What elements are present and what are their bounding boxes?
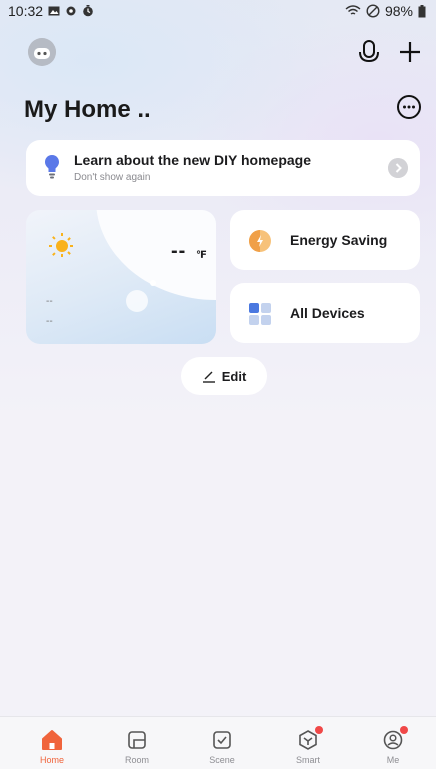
more-options-icon[interactable] (396, 94, 422, 120)
all-devices-label: All Devices (290, 305, 365, 321)
status-time: 10:32 (8, 3, 44, 19)
nav-home-label: Home (39, 755, 64, 765)
dont-show-again-link[interactable]: Don't show again (74, 172, 150, 183)
add-icon[interactable] (396, 38, 424, 66)
energy-saving-icon (249, 230, 271, 252)
scene-icon (213, 731, 231, 749)
weather-decoration-dot (150, 280, 156, 286)
sun-icon (49, 233, 75, 259)
home-icon (42, 730, 62, 750)
microphone-icon[interactable] (356, 38, 382, 68)
nav-me[interactable]: Me (358, 717, 428, 769)
weather-card[interactable]: -- ℉ -- -- (26, 210, 216, 344)
top-bar (0, 34, 436, 74)
smart-notification-badge (315, 726, 323, 734)
weather-decoration-bubble (126, 290, 148, 312)
energy-saving-card[interactable]: Energy Saving (230, 210, 420, 270)
nav-scene-label: Scene (209, 755, 235, 765)
banner-title: Learn about the new DIY homepage (74, 152, 312, 168)
wifi-icon (345, 5, 361, 15)
all-devices-card[interactable]: All Devices (230, 283, 420, 343)
home-name-title[interactable]: My Home .. (24, 96, 151, 124)
temperature-value: -- (171, 240, 187, 262)
edit-label: Edit (221, 368, 247, 384)
chevron-right-icon[interactable] (388, 158, 408, 178)
me-notification-badge (400, 726, 408, 734)
battery-icon (418, 4, 426, 17)
settings-notification-icon (66, 6, 76, 16)
nav-room[interactable]: Room (102, 717, 172, 769)
gallery-notification-icon (48, 6, 60, 16)
nav-room-label: Room (124, 755, 149, 765)
edit-button[interactable]: Edit (181, 357, 267, 395)
battery-percent: 98% (384, 3, 413, 19)
lightbulb-icon (45, 155, 59, 179)
nav-smart[interactable]: Smart (273, 717, 343, 769)
nav-home[interactable]: Home (17, 717, 87, 769)
do-not-disturb-icon (366, 4, 380, 18)
devices-grid-icon (249, 303, 271, 325)
diy-homepage-banner[interactable]: Learn about the new DIY homepage Don't s… (26, 140, 420, 196)
nav-me-label: Me (386, 755, 400, 765)
energy-saving-label: Energy Saving (290, 232, 388, 248)
nav-scene[interactable]: Scene (187, 717, 257, 769)
bottom-navigation: Home Room Scene Smart Me (0, 716, 436, 769)
timer-notification-icon (83, 5, 93, 17)
temperature-unit: ℉ (196, 250, 207, 261)
room-icon (128, 731, 146, 749)
weather-detail-2: -- (46, 316, 53, 327)
avatar[interactable] (28, 38, 56, 66)
weather-detail-1: -- (46, 296, 53, 307)
pencil-icon (202, 371, 215, 383)
nav-smart-label: Smart (295, 755, 320, 765)
status-bar: 10:32 98% (0, 0, 436, 22)
